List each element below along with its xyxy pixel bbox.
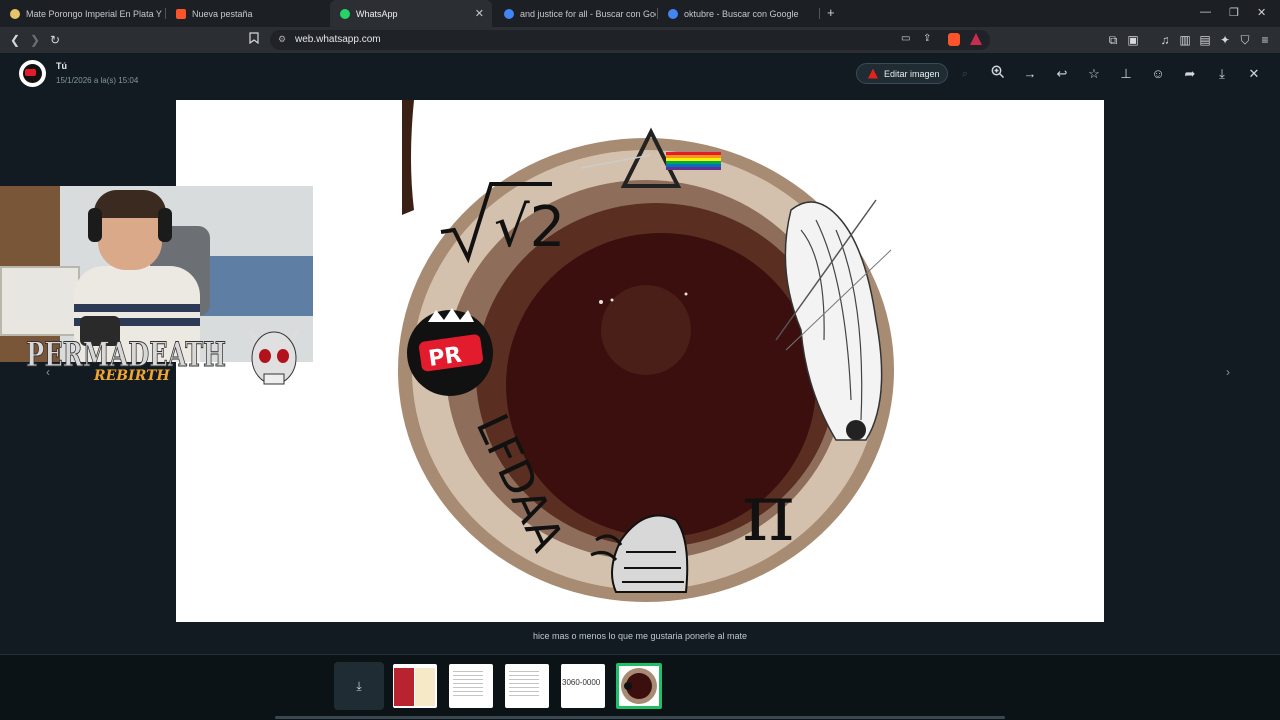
permadeath-logo: PERMADEATH REBIRTH	[26, 329, 300, 385]
share-page-icon[interactable]: ⇪	[923, 33, 931, 44]
tab-title: and justice for all - Buscar con Googl	[520, 8, 656, 19]
media-thumbnail-strip: ⤓ 3060-0000	[0, 654, 1280, 720]
reply-icon[interactable]: ↩	[1053, 65, 1071, 83]
tab-title: Mate Porongo Imperial En Plata Y De	[26, 8, 165, 19]
tab-and-justice-for-all[interactable]: and justice for all - Buscar con Googl	[494, 0, 656, 27]
brave-shields-icon[interactable]	[948, 33, 960, 46]
window-close-icon[interactable]: ✕	[1257, 6, 1266, 19]
google-icon	[504, 8, 514, 19]
tab-favicon-icon	[10, 8, 20, 19]
download-all-button[interactable]: ⤓	[334, 662, 384, 710]
tab-mate-porongo[interactable]: Mate Porongo Imperial En Plata Y De	[0, 0, 165, 27]
thumbnail-scrollbar[interactable]	[275, 716, 1005, 719]
reload-icon[interactable]: ↻	[47, 32, 63, 48]
restore-icon[interactable]: ❐	[1229, 6, 1239, 19]
thumbnail-text: 3060-0000	[562, 678, 601, 687]
download-icon: ⤓	[356, 679, 362, 693]
site-info-icon[interactable]: ⚙	[278, 34, 286, 45]
thumbnail-mate-selected[interactable]	[616, 663, 662, 709]
edit-image-button[interactable]: Editar imagen	[856, 63, 948, 84]
cast-icon[interactable]: ▭	[901, 33, 910, 44]
mate-design-image: √2 PR LFDAA π	[398, 100, 894, 602]
tab-oktubre[interactable]: oktubre - Buscar con Google	[658, 0, 818, 27]
thumbnail-text-image[interactable]: 3060-0000	[561, 664, 605, 708]
leo-ai-icon[interactable]: ✦	[1217, 32, 1233, 48]
edit-image-label: Editar imagen	[884, 68, 940, 79]
pi-symbol-text: π	[742, 466, 795, 559]
tab-separator	[819, 8, 820, 19]
zoom-in-icon[interactable]	[989, 65, 1007, 83]
sender-name: Tú	[56, 61, 67, 71]
back-icon[interactable]: ❮	[7, 32, 23, 48]
sqrt-two-text: √2	[494, 195, 565, 260]
next-media-icon[interactable]: ›	[1226, 365, 1230, 379]
pr-logo-text: PR	[427, 343, 463, 372]
headphones-icon	[88, 208, 102, 242]
address-bar[interactable]: ⚙ web.whatsapp.com ▭ ⇪	[270, 30, 990, 50]
google-icon	[668, 8, 678, 19]
tab-nueva-pestana[interactable]: Nueva pestaña	[166, 0, 326, 27]
emoji-icon[interactable]: ☺	[1149, 65, 1167, 83]
media-icon[interactable]: ♫	[1157, 32, 1173, 48]
wallet-icon[interactable]: ▣	[1125, 32, 1141, 48]
extensions-icon[interactable]: ⧉	[1105, 32, 1121, 48]
previous-media-icon[interactable]: ‹	[46, 365, 50, 379]
whatsapp-icon	[340, 8, 350, 19]
browser-tab-strip: Mate Porongo Imperial En Plata Y De Nuev…	[0, 0, 1280, 27]
bookmark-icon[interactable]	[246, 32, 262, 48]
download-icon[interactable]: ⤓	[1213, 65, 1231, 83]
message-timestamp: 15/1/2026 a la(s) 15:04	[56, 76, 139, 85]
tab-title: Nueva pestaña	[192, 8, 253, 19]
tab-title: oktubre - Buscar con Google	[684, 8, 799, 19]
forward-arrow-icon[interactable]: →	[1021, 65, 1039, 83]
thumbnail-document[interactable]	[505, 664, 549, 708]
url-text: web.whatsapp.com	[295, 34, 381, 45]
pin-icon[interactable]: ⊥	[1117, 65, 1135, 83]
new-tab-icon[interactable]: +	[827, 5, 835, 20]
sidebar-icon[interactable]: ▥	[1177, 32, 1193, 48]
crypto-wallet-icon[interactable]: ▤	[1197, 32, 1213, 48]
thumbnail-spreadsheet[interactable]	[393, 664, 437, 708]
media-image[interactable]: √2 PR LFDAA π	[176, 100, 1104, 622]
minimize-icon[interactable]: —	[1200, 6, 1211, 18]
skull-icon	[248, 329, 300, 385]
vpn-icon[interactable]: ⛉	[1237, 32, 1253, 48]
close-icon[interactable]: ✕	[1245, 65, 1263, 83]
tab-title: WhatsApp	[356, 8, 398, 19]
forward-icon[interactable]: ❯	[27, 32, 43, 48]
star-icon[interactable]: ☆	[1085, 65, 1103, 83]
avatar[interactable]	[19, 60, 46, 87]
menu-icon[interactable]: ≡	[1257, 32, 1273, 48]
tab-close-icon[interactable]: ✕	[475, 7, 484, 20]
adobe-icon	[868, 68, 878, 79]
brave-rewards-icon[interactable]	[970, 33, 982, 45]
zoom-out-icon[interactable]: ⌕	[956, 65, 974, 83]
rebirth-text: REBIRTH	[93, 368, 170, 384]
share-icon[interactable]: ➦	[1181, 65, 1199, 83]
tab-whatsapp[interactable]: WhatsApp ✕	[330, 0, 492, 27]
image-caption: hice mas o menos lo que me gustaria pone…	[532, 631, 748, 641]
thumbnail-document[interactable]	[449, 664, 493, 708]
brave-icon	[176, 8, 186, 19]
browser-toolbar: ❮ ❯ ↻ ⚙ web.whatsapp.com ▭ ⇪ ⧉ ▣ ♫ ▥ ▤ ✦…	[0, 27, 1280, 53]
